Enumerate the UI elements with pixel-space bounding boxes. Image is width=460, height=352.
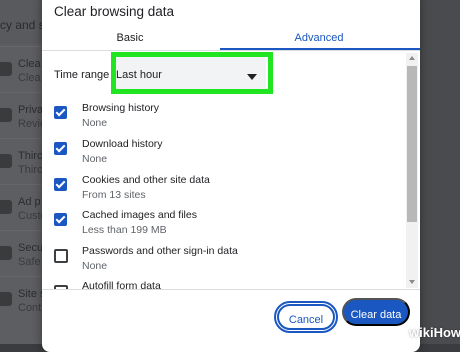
- list-item-download-history[interactable]: Download history None: [42, 138, 402, 174]
- scroll-up-arrow-icon[interactable]: [409, 56, 415, 60]
- item-title: Browsing history: [82, 102, 160, 114]
- scroll-down-arrow-icon[interactable]: [409, 280, 415, 284]
- checkbox-cookies[interactable]: [54, 178, 67, 191]
- cancel-button[interactable]: Cancel: [274, 301, 338, 333]
- item-title: Cookies and other site data: [82, 174, 210, 186]
- item-subtitle: None: [82, 153, 108, 165]
- privacy-icon: [0, 108, 12, 122]
- shield-icon: [0, 246, 12, 260]
- highlight-box: [111, 52, 273, 94]
- item-title: Passwords and other sign-in data: [82, 245, 238, 257]
- item-title: Download history: [82, 138, 163, 150]
- dialog-title: Clear browsing data: [54, 4, 175, 19]
- settings-row-title: Ad p: [18, 196, 41, 208]
- breadcrumb: cy and s: [0, 18, 45, 32]
- item-subtitle: None: [82, 117, 108, 129]
- settings-row-subtitle: Safe: [18, 256, 41, 268]
- item-subtitle: Less than 199 MB: [82, 224, 167, 236]
- checkbox-cached-images[interactable]: [54, 213, 67, 226]
- checkbox-browsing-history[interactable]: [54, 106, 67, 119]
- settings-row-title: Secu: [18, 242, 44, 254]
- checkbox-passwords[interactable]: [54, 249, 68, 263]
- item-title: Cached images and files: [82, 209, 197, 221]
- checkbox-download-history[interactable]: [54, 142, 67, 155]
- tab-active-indicator: [220, 48, 420, 50]
- settings-row-subtitle: Clea: [18, 72, 41, 84]
- footer-divider: [42, 289, 420, 290]
- settings-row-title: Clea: [18, 58, 41, 70]
- clear-data-button[interactable]: Clear data: [342, 298, 410, 326]
- clear-browsing-data-dialog: Clear browsing data Basic Advanced Time …: [42, 0, 420, 352]
- cookie-icon: [0, 154, 12, 168]
- list-item-browsing-history[interactable]: Browsing history None: [42, 102, 402, 138]
- list-item-cached-images[interactable]: Cached images and files Less than 199 MB: [42, 209, 402, 245]
- tab-divider: [42, 50, 420, 51]
- settings-row-title: Thirc: [18, 150, 43, 162]
- list-item-passwords[interactable]: Passwords and other sign-in data None: [42, 245, 402, 281]
- item-subtitle: None: [82, 260, 108, 272]
- tab-basic[interactable]: Basic: [42, 32, 218, 50]
- sliders-icon: [0, 292, 12, 306]
- settings-row-title: Priva: [18, 104, 44, 116]
- trash-icon: [0, 62, 12, 76]
- settings-row-subtitle: Thirc: [18, 164, 43, 176]
- settings-right-area: [420, 0, 460, 344]
- item-subtitle: From 13 sites: [82, 189, 146, 201]
- ad-icon: [0, 200, 12, 214]
- time-range-label: Time range: [54, 69, 110, 81]
- list-item-cookies[interactable]: Cookies and other site data From 13 site…: [42, 174, 402, 210]
- wikihow-watermark: wikiHow: [409, 325, 460, 340]
- scrollbar-thumb[interactable]: [407, 66, 417, 222]
- settings-row-subtitle: Cont: [18, 302, 42, 314]
